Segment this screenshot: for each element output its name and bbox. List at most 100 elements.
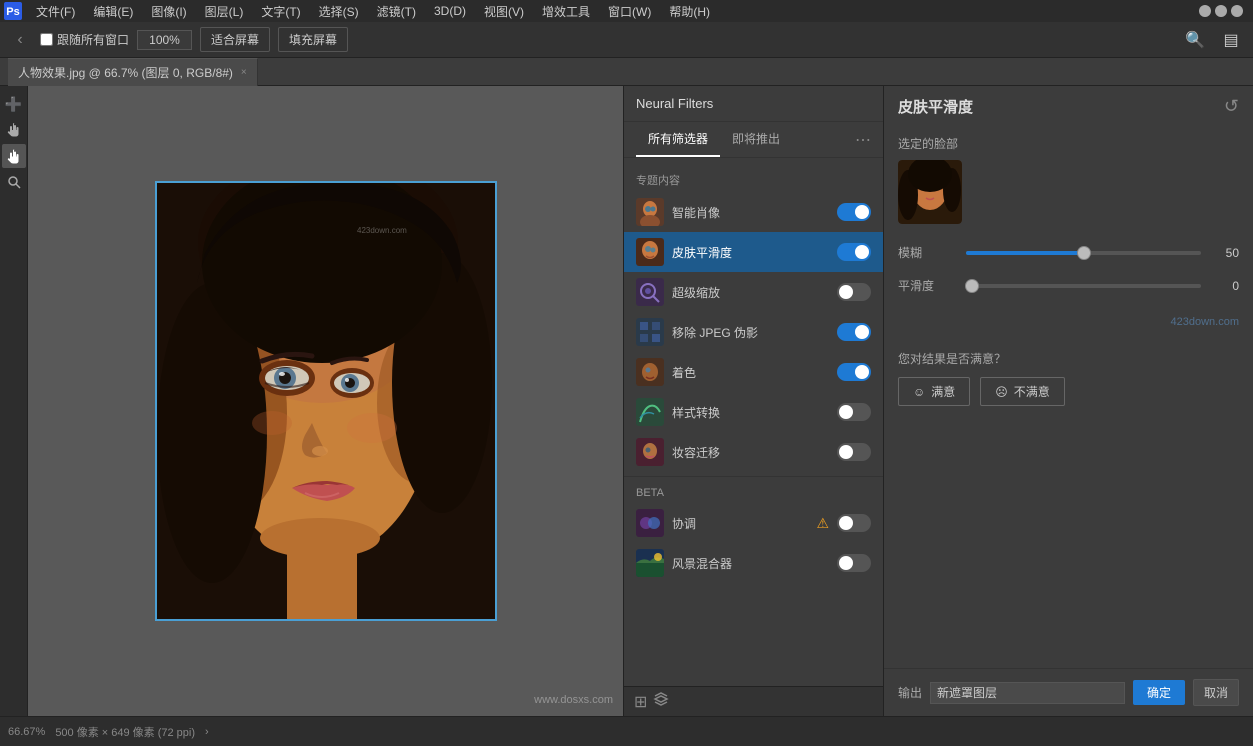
fill-screen-button[interactable]: 填充屏幕 xyxy=(278,27,348,52)
output-label: 输出 xyxy=(898,684,922,701)
filter-style-transfer-name: 样式转换 xyxy=(672,404,829,421)
file-tab[interactable]: 人物效果.jpg @ 66.7% (图层 0, RGB/8#) × xyxy=(8,58,258,86)
unsatisfied-button[interactable]: ☹ 不满意 xyxy=(980,377,1065,406)
search-button[interactable]: 🔍 xyxy=(1181,26,1209,54)
minimize-btn[interactable] xyxy=(1199,5,1211,17)
toggle-knob xyxy=(855,205,869,219)
filter-harmonization[interactable]: 协调 ⚠ xyxy=(624,503,883,543)
toggle-knob xyxy=(839,285,853,299)
menu-image[interactable]: 图像(I) xyxy=(143,1,194,22)
filter-remove-jpeg-toggle[interactable] xyxy=(837,323,871,341)
menu-edit[interactable]: 编辑(E) xyxy=(85,1,141,22)
filter-colorize-toggle[interactable] xyxy=(837,363,871,381)
tool-hand-pan[interactable] xyxy=(2,144,26,168)
section-featured-label: 专题内容 xyxy=(624,166,883,192)
blur-slider-knob[interactable] xyxy=(1077,246,1091,260)
tool-add[interactable]: ➕ xyxy=(2,92,26,116)
zoom-input[interactable] xyxy=(137,30,192,50)
smoothness-slider-track[interactable] xyxy=(966,284,1201,288)
back-button[interactable]: ‹ xyxy=(8,28,32,52)
unhappy-icon: ☹ xyxy=(995,385,1008,399)
filter-smart-portrait-name: 智能肖像 xyxy=(672,204,829,221)
satisfied-button[interactable]: ☺ 满意 xyxy=(898,377,970,406)
neural-footer: ⊞ xyxy=(624,686,883,716)
more-options-icon[interactable]: ⋯ xyxy=(855,130,871,150)
layers-icon-btn[interactable] xyxy=(653,691,669,712)
tab-all-filters[interactable]: 所有筛选器 xyxy=(636,122,720,157)
neural-panel-header: Neural Filters xyxy=(624,86,883,122)
zoom-status: 66.67% xyxy=(8,726,45,738)
face-thumbnail xyxy=(898,160,962,224)
toggle-knob xyxy=(839,445,853,459)
tab-coming-soon[interactable]: 即将推出 xyxy=(720,122,792,157)
face-section: 选定的脸部 xyxy=(884,127,1253,232)
smoothness-slider-knob[interactable] xyxy=(965,279,979,293)
filter-skin-smoothing-name: 皮肤平滑度 xyxy=(672,244,829,261)
filter-style-transfer-toggle[interactable] xyxy=(837,403,871,421)
filter-smart-portrait[interactable]: 智能肖像 xyxy=(624,192,883,232)
main-layout: ➕ xyxy=(0,86,1253,716)
filter-makeup-transfer-toggle[interactable] xyxy=(837,443,871,461)
ok-button[interactable]: 确定 xyxy=(1133,680,1185,705)
layout-button[interactable]: ▤ xyxy=(1217,26,1245,54)
cancel-button[interactable]: 取消 xyxy=(1193,679,1239,706)
tab-close-icon[interactable]: × xyxy=(241,67,247,78)
reset-button[interactable]: ↺ xyxy=(1224,96,1239,117)
blur-slider-track[interactable] xyxy=(966,251,1201,255)
smoothness-slider-value: 0 xyxy=(1209,279,1239,293)
filter-remove-jpeg[interactable]: 移除 JPEG 伪影 xyxy=(624,312,883,352)
smoothness-label: 平滑度 xyxy=(898,277,958,294)
menu-file[interactable]: 文件(F) xyxy=(28,1,83,22)
satisfaction-question: 您对结果是否满意？ xyxy=(898,350,1239,367)
svg-text:Ps: Ps xyxy=(6,6,19,18)
filter-thumb-landscape-mixer xyxy=(636,549,664,577)
menu-layer[interactable]: 图层(L) xyxy=(197,1,252,22)
filter-makeup-transfer[interactable]: 妆容迁移 xyxy=(624,432,883,472)
menu-3d[interactable]: 3D(D) xyxy=(426,2,474,20)
unsatisfied-label: 不满意 xyxy=(1014,383,1050,400)
close-btn[interactable] xyxy=(1231,5,1243,17)
menu-plugins[interactable]: 增效工具 xyxy=(534,1,598,22)
filter-landscape-mixer[interactable]: 风景混合器 xyxy=(624,543,883,583)
app-icon: Ps xyxy=(4,2,22,20)
menu-view[interactable]: 视图(V) xyxy=(476,1,532,22)
blur-slider-value: 50 xyxy=(1209,246,1239,260)
menu-filter[interactable]: 滤镜(T) xyxy=(369,1,424,22)
neural-panel-title: Neural Filters xyxy=(636,96,713,111)
output-select[interactable]: 新遮罩图层 xyxy=(930,682,1125,704)
right-panel-header: 皮肤平滑度 ↺ xyxy=(884,86,1253,127)
fit-screen-button[interactable]: 适合屏幕 xyxy=(200,27,270,52)
neural-filters-panel: Neural Filters 所有筛选器 即将推出 ⋯ 专题内容 智能肖像 xyxy=(623,86,883,716)
right-settings-panel: 皮肤平滑度 ↺ 选定的脸部 xyxy=(883,86,1253,716)
neural-tabs: 所有筛选器 即将推出 ⋯ xyxy=(624,122,883,158)
filter-landscape-mixer-toggle[interactable] xyxy=(837,554,871,572)
filter-remove-jpeg-name: 移除 JPEG 伪影 xyxy=(672,324,829,341)
follow-all-windows-checkbox[interactable] xyxy=(40,33,53,46)
tool-zoom[interactable] xyxy=(2,170,26,194)
filter-smart-portrait-toggle[interactable] xyxy=(837,203,871,221)
tabbar: 人物效果.jpg @ 66.7% (图层 0, RGB/8#) × xyxy=(0,58,1253,86)
filter-skin-smoothing-toggle[interactable] xyxy=(837,243,871,261)
filter-super-zoom-toggle[interactable] xyxy=(837,283,871,301)
filter-thumb-smart-portrait xyxy=(636,198,664,226)
toggle-knob xyxy=(839,405,853,419)
filter-skin-smoothing[interactable]: 皮肤平滑度 xyxy=(624,232,883,272)
filter-super-zoom[interactable]: 超级缩放 xyxy=(624,272,883,312)
filter-style-transfer[interactable]: 样式转换 xyxy=(624,392,883,432)
arrow-icon: › xyxy=(205,726,209,738)
menu-select[interactable]: 选择(S) xyxy=(311,1,367,22)
maximize-btn[interactable] xyxy=(1215,5,1227,17)
menu-help[interactable]: 帮助(H) xyxy=(661,1,718,22)
filter-harmonization-toggle[interactable] xyxy=(837,514,871,532)
panel-icon-btn[interactable]: ⊞ xyxy=(634,692,647,712)
panels-container: Neural Filters 所有筛选器 即将推出 ⋯ 专题内容 智能肖像 xyxy=(623,86,1253,716)
toggle-knob xyxy=(839,556,853,570)
menu-type[interactable]: 文字(T) xyxy=(253,1,308,22)
filter-colorize[interactable]: 着色 xyxy=(624,352,883,392)
canvas-area[interactable]: 423down.com www.dosxs.com xyxy=(28,86,623,716)
tool-hand-drag[interactable] xyxy=(2,118,26,142)
menu-window[interactable]: 窗口(W) xyxy=(600,1,659,22)
toggle-knob xyxy=(839,516,853,530)
warning-icon: ⚠ xyxy=(816,515,829,532)
section-beta-label: BETA xyxy=(624,481,883,503)
